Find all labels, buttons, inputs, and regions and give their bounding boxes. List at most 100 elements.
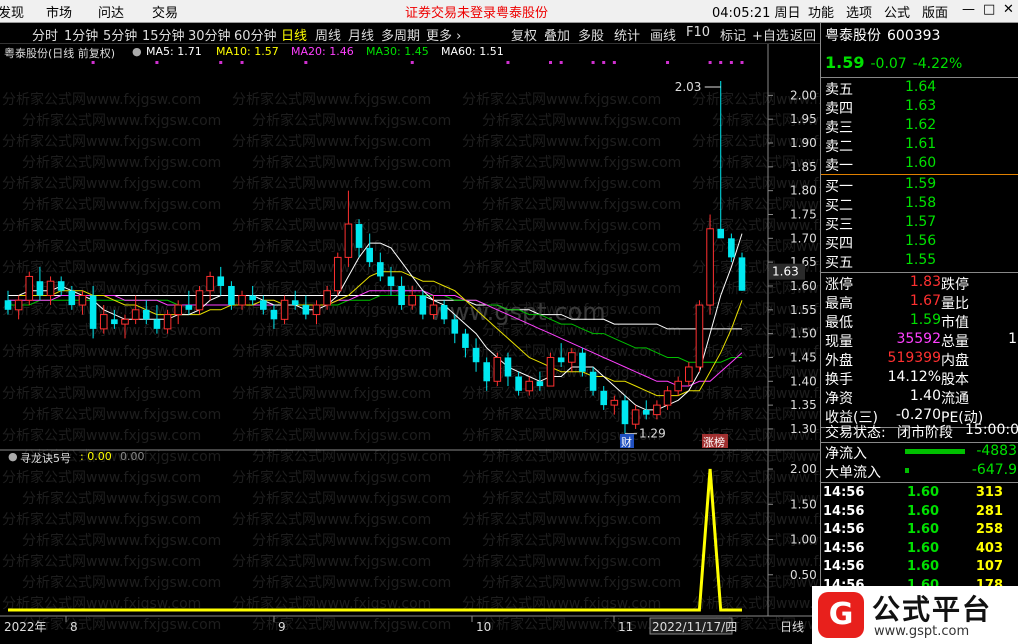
tool-stats[interactable]: 统计 <box>614 25 640 44</box>
indicator-toggle-icon[interactable]: ● <box>8 450 18 463</box>
tab-1min[interactable]: 1分钟 <box>64 25 98 44</box>
tool-draw-line[interactable]: 画线 <box>650 25 676 44</box>
watermark-text: 分析家公式网www.fxjgsw.com <box>482 574 681 591</box>
candle <box>195 285 204 315</box>
candle-body <box>57 281 65 291</box>
tab-5min[interactable]: 5分钟 <box>103 25 137 44</box>
tick-volume: 313 <box>975 485 1003 500</box>
tick-time: 14:56 <box>823 503 865 519</box>
tick-volume: 281 <box>975 503 1003 519</box>
tool-add-watchlist[interactable]: +自选 <box>752 25 789 44</box>
indicator-tick-label: 1.00 <box>790 533 817 547</box>
menu-trade[interactable]: 交易 <box>152 2 178 21</box>
menu-layout[interactable]: 版面 <box>922 2 948 21</box>
watermark-text: 分析家公式网www.fxjgsw.com <box>482 406 681 423</box>
chart-title: 粤泰股份(日线 前复权) <box>4 47 116 60</box>
bid-row[interactable]: 买三 1.57 <box>821 214 1018 233</box>
menu-discover[interactable]: 发现 <box>0 2 24 21</box>
ask-label: 卖二 <box>825 139 853 155</box>
tab-intraday[interactable]: 分时 <box>32 25 58 44</box>
candle-body <box>270 309 278 320</box>
stat-value: -0.270 <box>895 407 941 423</box>
tab-weekly[interactable]: 周线 <box>315 25 341 44</box>
event-dot <box>591 61 595 64</box>
watermark-text: 分析家公式网www.fxjgsw.com <box>232 469 431 486</box>
current-price-tag: 1.63 <box>772 265 799 279</box>
tab-60min[interactable]: 60分钟 <box>234 25 277 44</box>
price-tick-label: 1.60 <box>790 279 817 293</box>
candle-body <box>557 357 565 363</box>
bid-row[interactable]: 买四 1.56 <box>821 233 1018 252</box>
menu-wenda[interactable]: 问达 <box>98 2 124 21</box>
tool-adjust[interactable]: 复权 <box>511 25 537 44</box>
tab-more[interactable]: 更多 › <box>426 25 461 44</box>
tool-multi-stock[interactable]: 多股 <box>578 25 604 44</box>
ask-row[interactable]: 卖二 1.61 <box>821 136 1018 155</box>
candle-body <box>398 285 405 306</box>
watermark-text: 分析家公式网www.fxjgsw.com <box>22 574 221 591</box>
candle-body <box>280 299 289 320</box>
stat-row: 换手 14.12% 股本 <box>821 369 1018 388</box>
price-tick-label: 1.80 <box>790 184 817 198</box>
quote-panel: 粤泰股份 600393 1.59 -0.07 -4.22% 卖五 1.64 卖四 1.… <box>820 23 1018 644</box>
close-button[interactable]: ✕ <box>1003 2 1014 17</box>
price-tick-label: 1.85 <box>790 160 817 174</box>
bid-row[interactable]: 买一 1.59 <box>821 176 1018 195</box>
event-dot <box>740 61 744 64</box>
brand-name: 公式平台 <box>872 593 993 626</box>
candlestick-chart[interactable]: 分析家公式网www.fxjgsw.com 分析家公式网www.fxjgsw.com… <box>0 44 820 644</box>
maximize-button[interactable]: □ <box>983 2 995 17</box>
ma5-label: MA5: 1.71 <box>146 45 202 58</box>
stat-label: 最低 <box>825 315 853 331</box>
menu-options[interactable]: 选项 <box>846 2 872 21</box>
watermark-text: 分析家公式网www.fxjgsw.com <box>232 385 431 402</box>
candle-body <box>504 357 512 377</box>
price-tick-label: 1.95 <box>790 112 817 126</box>
tool-f10[interactable]: F10 <box>686 25 710 40</box>
candle-body <box>163 314 172 330</box>
ask-row[interactable]: 卖四 1.63 <box>821 98 1018 117</box>
divider <box>821 272 1018 273</box>
login-notice[interactable]: 证券交易未登录 <box>405 2 496 21</box>
bid-row[interactable]: 买五 1.55 <box>821 252 1018 271</box>
tab-15min[interactable]: 15分钟 <box>142 25 185 44</box>
watermark-text: 分析家公式网www.fxjgsw.com <box>252 574 451 591</box>
bid-label: 买一 <box>825 179 853 195</box>
ask-row[interactable]: 卖五 1.64 <box>821 79 1018 98</box>
indicator-tick-label: 0.50 <box>790 568 817 582</box>
tab-monthly[interactable]: 月线 <box>348 25 374 44</box>
tool-back[interactable]: 返回 <box>790 25 816 44</box>
menu-market[interactable]: 市场 <box>46 2 72 21</box>
event-dot <box>666 61 670 64</box>
bid-label: 买二 <box>825 198 853 214</box>
bid-row[interactable]: 买二 1.58 <box>821 195 1018 214</box>
candle-body <box>579 352 586 372</box>
legend-toggle-icon[interactable]: ● <box>132 45 142 58</box>
x-axis-label: 11 <box>618 620 633 634</box>
tab-multi-period[interactable]: 多周期 <box>381 25 420 44</box>
candle-body <box>695 304 704 368</box>
tab-daily[interactable]: 日线 <box>281 25 307 44</box>
event-dot <box>719 61 723 64</box>
ask-row[interactable]: 卖一 1.60 <box>821 155 1018 174</box>
ask-row[interactable]: 卖三 1.62 <box>821 117 1018 136</box>
big-order-value: -647.9 <box>971 462 1017 478</box>
stat-label: 现量 <box>825 334 853 350</box>
menu-formula[interactable]: 公式 <box>884 2 910 21</box>
watermark-text: 分析家公式网www.fxjgsw.com <box>462 553 661 570</box>
indicator-name[interactable]: 寻龙诀5号 <box>20 450 71 466</box>
event-dot <box>602 61 606 64</box>
menu-function[interactable]: 功能 <box>808 2 834 21</box>
candle-body <box>674 380 682 392</box>
watermark-text: 分析家公式网www.fxjgsw.com <box>232 343 431 360</box>
quote-stock-name: 粤泰股份 <box>825 28 881 44</box>
bid-price: 1.57 <box>905 214 937 230</box>
tool-mark[interactable]: 标记 <box>720 25 746 44</box>
minimize-button[interactable]: — <box>962 2 975 17</box>
ask-price: 1.62 <box>905 117 937 133</box>
watermark-text: 分析家公式网www.fxjgsw.com <box>22 238 221 255</box>
stat-row: 净资 1.40 流通 <box>821 388 1018 407</box>
tab-30min[interactable]: 30分钟 <box>188 25 231 44</box>
candle-body <box>89 295 97 329</box>
tool-overlay[interactable]: 叠加 <box>544 25 570 44</box>
